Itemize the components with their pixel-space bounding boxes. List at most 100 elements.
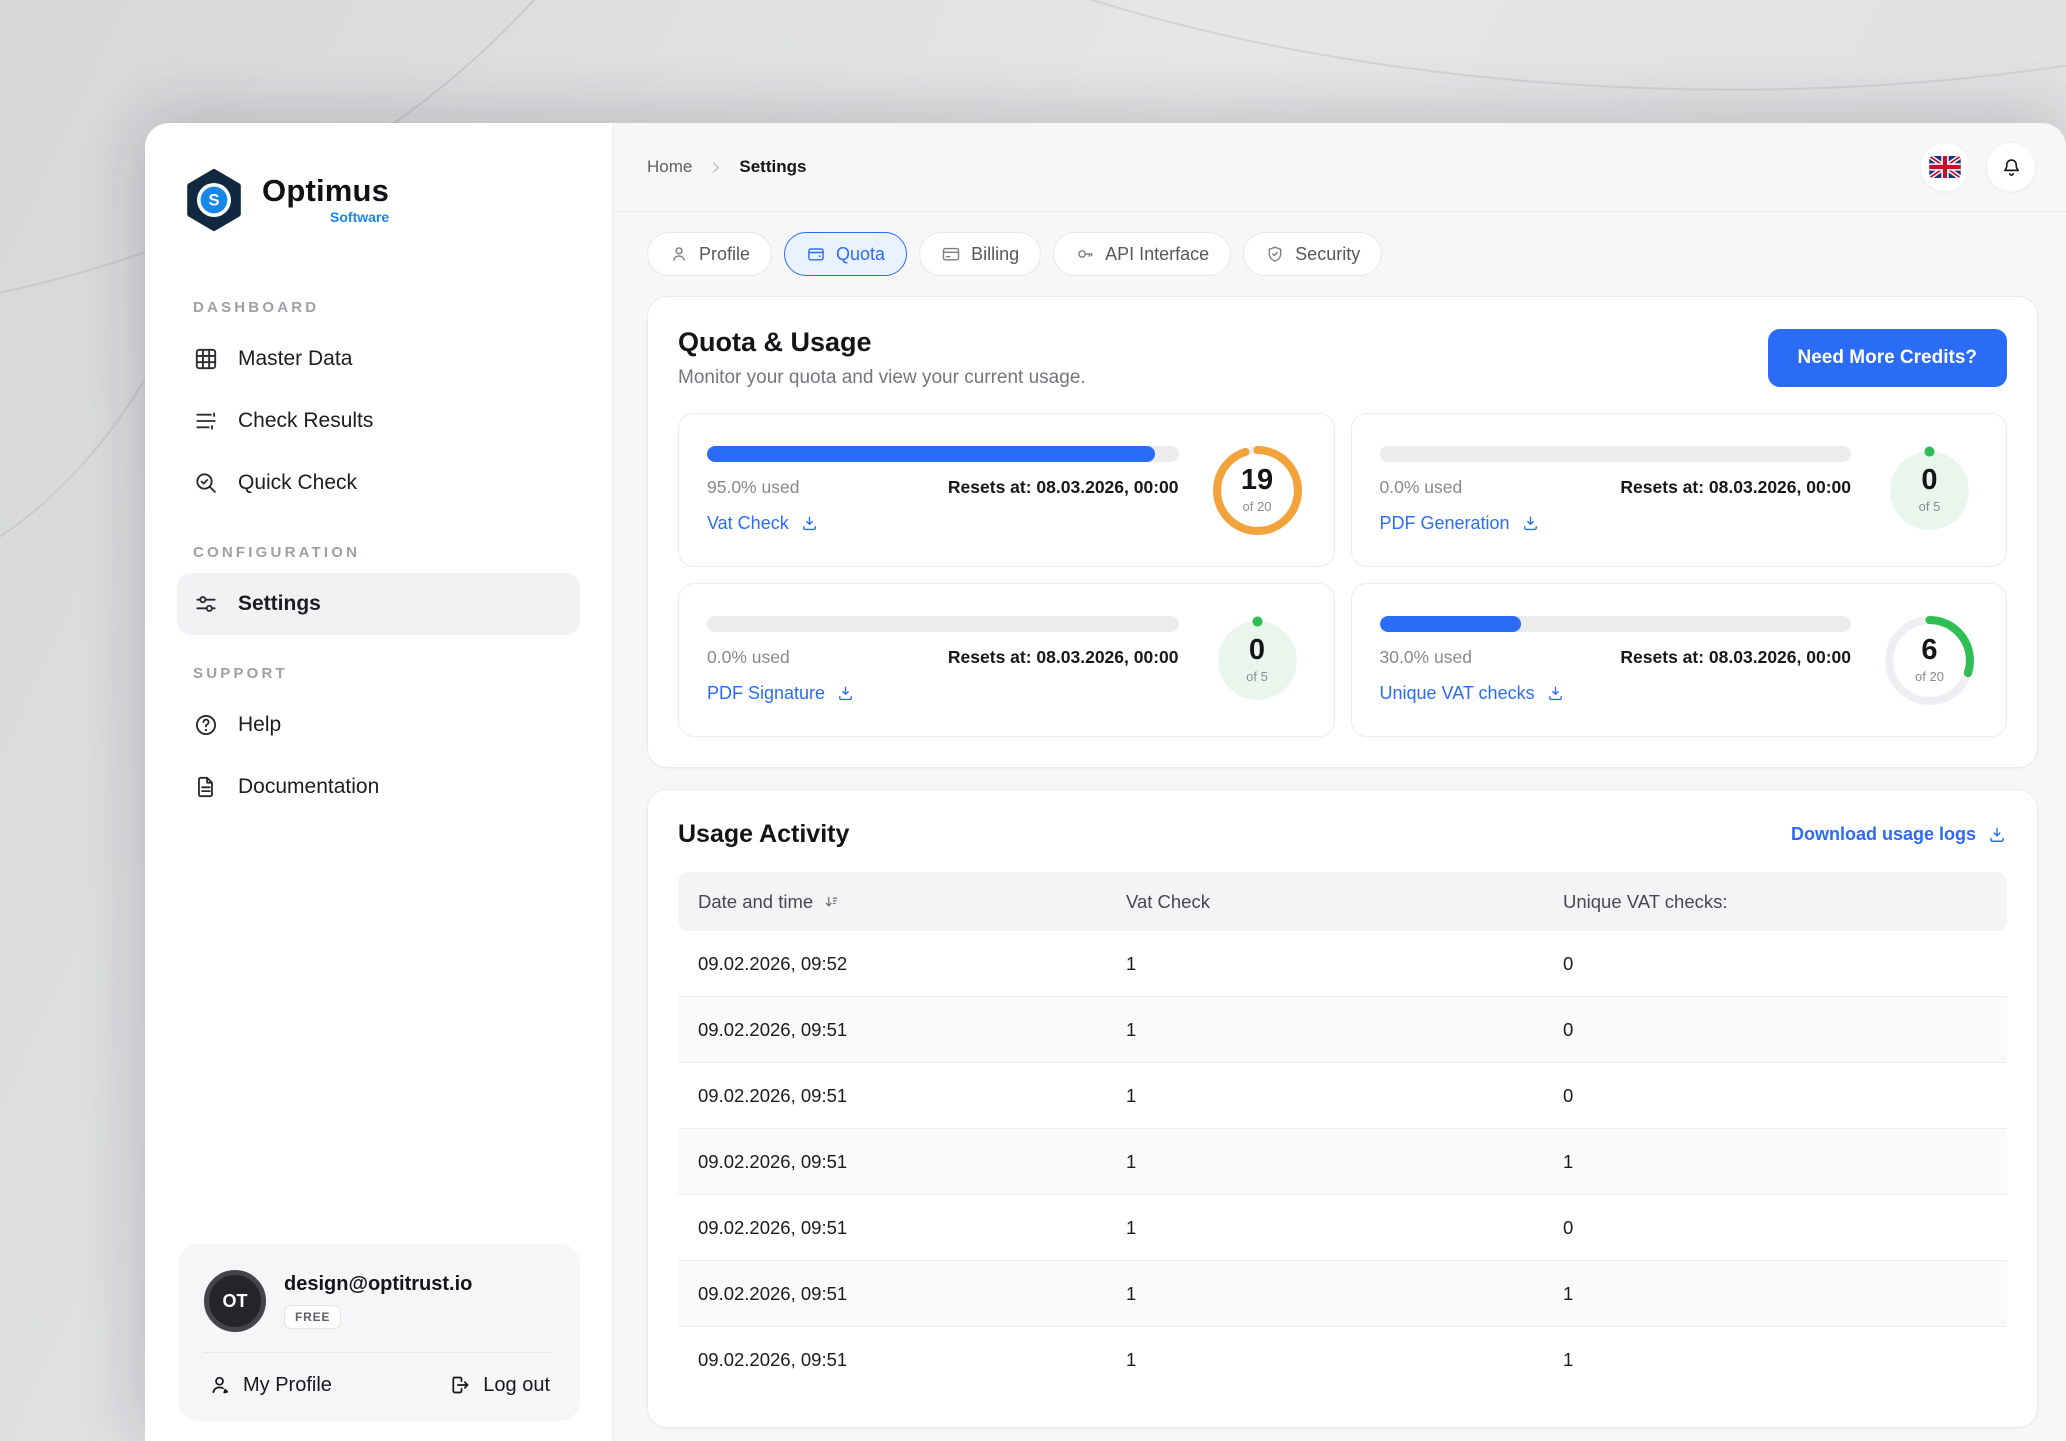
sidebar-item-settings[interactable]: Settings (177, 573, 580, 635)
download-icon (836, 684, 855, 703)
tab-security[interactable]: Security (1243, 232, 1382, 276)
sidebar-item-documentation[interactable]: Documentation (177, 756, 580, 818)
unique-vat-checks-link[interactable]: Unique VAT checks (1380, 683, 1852, 704)
app-window: S Optimus Software DASHBOARD Master Data… (145, 123, 2066, 1441)
quota-tile-pdf-generation: 0.0% used Resets at: 08.03.2026, 00:00 P… (1351, 413, 2008, 567)
pdf-signature-link[interactable]: PDF Signature (707, 683, 1179, 704)
quota-usage-card: Quota & Usage Monitor your quota and vie… (647, 296, 2038, 768)
sidebar-item-label: Master Data (238, 347, 352, 371)
sidebar-item-label: Check Results (238, 409, 373, 433)
progress-bar (1380, 446, 1852, 462)
logout-button[interactable]: Log out (448, 1373, 550, 1397)
plan-badge: FREE (284, 1305, 341, 1329)
quota-ring: 0 of 5 (1881, 442, 1978, 539)
progress-bar (1380, 616, 1852, 632)
user-card: OT design@optitrust.io FREE My Profile (178, 1244, 580, 1421)
brand-tagline: Software (330, 209, 389, 225)
section-label-support: SUPPORT (193, 665, 580, 682)
bell-icon (2000, 156, 2023, 179)
notifications-button[interactable] (1986, 142, 2036, 192)
brand-name: Optimus (262, 175, 389, 206)
person-icon (669, 244, 689, 264)
sidebar-item-quick-check[interactable]: Quick Check (177, 452, 580, 514)
usage-percent: 0.0% used (707, 647, 790, 668)
download-icon (1546, 684, 1565, 703)
usage-percent: 30.0% used (1380, 647, 1472, 668)
content-area: Profile Quota Billing (613, 212, 2066, 1441)
download-icon (1521, 514, 1540, 533)
person-icon (208, 1373, 232, 1397)
svg-text:S: S (208, 192, 219, 210)
reset-time: Resets at: 08.03.2026, 00:00 (948, 647, 1179, 668)
pdf-generation-link[interactable]: PDF Generation (1380, 513, 1852, 534)
table-body: 09.02.2026, 09:52 1 0 09.02.2026, 09:51 … (678, 931, 2007, 1393)
reset-time: Resets at: 08.03.2026, 00:00 (1620, 477, 1851, 498)
brand-logo[interactable]: S Optimus Software (177, 167, 580, 233)
sidebar-item-check-results[interactable]: Check Results (177, 390, 580, 452)
table-row[interactable]: 09.02.2026, 09:51 1 1 (678, 1129, 2007, 1195)
table-row[interactable]: 09.02.2026, 09:51 1 0 (678, 1195, 2007, 1261)
need-more-credits-button[interactable]: Need More Credits? (1768, 329, 2007, 387)
quota-ring: 0 of 5 (1209, 612, 1306, 709)
language-button[interactable] (1920, 142, 1970, 192)
reset-time: Resets at: 08.03.2026, 00:00 (1620, 647, 1851, 668)
avatar[interactable]: OT (204, 1270, 266, 1332)
divider (204, 1352, 554, 1353)
progress-bar (707, 446, 1179, 462)
uk-flag-icon (1929, 156, 1961, 178)
list-icon (193, 408, 219, 434)
section-label-configuration: CONFIGURATION (193, 544, 580, 561)
table-row[interactable]: 09.02.2026, 09:51 1 1 (678, 1261, 2007, 1327)
shield-icon (1265, 244, 1285, 264)
sort-icon (822, 893, 840, 911)
table-row[interactable]: 09.02.2026, 09:51 1 0 (678, 1063, 2007, 1129)
download-usage-logs-link[interactable]: Download usage logs (1791, 824, 2007, 845)
vat-check-link[interactable]: Vat Check (707, 513, 1179, 534)
sidebar-item-label: Quick Check (238, 471, 357, 495)
tab-quota[interactable]: Quota (784, 232, 907, 276)
usage-table: Date and time Vat Check Unique VAT check… (678, 872, 2007, 1393)
activity-card-title: Usage Activity (678, 820, 849, 849)
quota-card-title: Quota & Usage (678, 327, 1086, 358)
quota-card-subtitle: Monitor your quota and view your current… (678, 367, 1086, 389)
breadcrumb-home[interactable]: Home (647, 157, 692, 177)
tab-api-interface[interactable]: API Interface (1053, 232, 1231, 276)
credit-card-icon (941, 244, 961, 264)
column-date-time[interactable]: Date and time (678, 891, 1126, 913)
sidebar: S Optimus Software DASHBOARD Master Data… (145, 123, 613, 1441)
quota-ring: 6 of 20 (1881, 612, 1978, 709)
my-profile-button[interactable]: My Profile (208, 1373, 332, 1397)
tab-billing[interactable]: Billing (919, 232, 1041, 276)
document-icon (193, 774, 219, 800)
section-label-dashboard: DASHBOARD (193, 299, 580, 316)
download-icon (1987, 825, 2007, 845)
table-row[interactable]: 09.02.2026, 09:51 1 0 (678, 997, 2007, 1063)
reset-time: Resets at: 08.03.2026, 00:00 (948, 477, 1179, 498)
quota-tile-unique-vat-checks: 30.0% used Resets at: 08.03.2026, 00:00 … (1351, 583, 2008, 737)
sidebar-item-label: Documentation (238, 775, 379, 799)
logo-hexagon-icon: S (181, 167, 247, 233)
progress-bar (707, 616, 1179, 632)
table-header: Date and time Vat Check Unique VAT check… (678, 872, 2007, 931)
user-email: design@optitrust.io (284, 1273, 472, 1296)
usage-activity-card: Usage Activity Download usage logs Date … (647, 789, 2038, 1428)
main-content: Home Settings (613, 123, 2066, 1441)
breadcrumb-current: Settings (739, 157, 806, 177)
table-row[interactable]: 09.02.2026, 09:52 1 0 (678, 931, 2007, 997)
sidebar-item-master-data[interactable]: Master Data (177, 328, 580, 390)
sidebar-item-label: Settings (238, 592, 321, 616)
sidebar-nav: DASHBOARD Master Data Check Results Quic… (177, 299, 580, 818)
sliders-icon (193, 591, 219, 617)
download-icon (800, 514, 819, 533)
sidebar-item-label: Help (238, 713, 281, 737)
usage-percent: 95.0% used (707, 477, 799, 498)
quota-tile-vat-check: 95.0% used Resets at: 08.03.2026, 00:00 … (678, 413, 1335, 567)
grid-icon (193, 346, 219, 372)
table-row[interactable]: 09.02.2026, 09:51 1 1 (678, 1327, 2007, 1393)
column-vat-check: Vat Check (1126, 891, 1563, 913)
chevron-right-icon (707, 159, 724, 176)
page-header: Home Settings (613, 123, 2066, 212)
tab-profile[interactable]: Profile (647, 232, 772, 276)
sidebar-item-help[interactable]: Help (177, 694, 580, 756)
usage-percent: 0.0% used (1380, 477, 1463, 498)
